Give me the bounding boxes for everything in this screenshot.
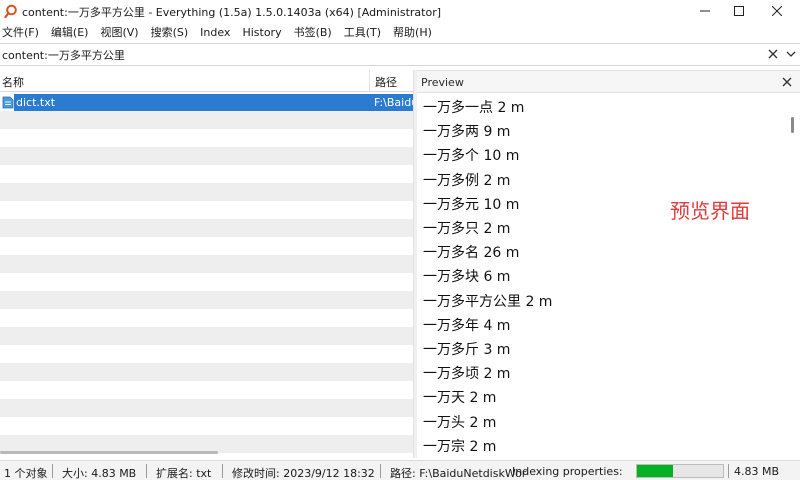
empty-row <box>0 237 413 255</box>
preview-line: 一万多一点 2 m <box>423 100 525 116</box>
indexing-progress-fill <box>637 465 674 477</box>
empty-row <box>0 381 413 399</box>
status-separator <box>380 464 381 478</box>
preview-header: Preview <box>417 71 800 93</box>
menu-edit[interactable]: 编辑(E) <box>51 24 95 40</box>
empty-row <box>0 345 413 363</box>
text-file-icon <box>2 96 14 109</box>
empty-row <box>0 363 413 381</box>
horizontal-scroll-thumb[interactable] <box>0 451 218 454</box>
status-bar: 1 个对象 大小: 4.83 MB 扩展名: txt 修改时间: 2023/9/… <box>0 460 800 480</box>
indexing-progress-bar <box>636 464 724 478</box>
preview-title: Preview <box>421 76 464 89</box>
status-extension: 扩展名: txt <box>156 467 212 480</box>
preview-line: 一万多斤 3 m <box>423 342 511 358</box>
preview-line: 一万多名 26 m <box>423 245 520 262</box>
empty-row <box>0 219 413 237</box>
empty-row <box>0 255 413 273</box>
empty-row <box>0 273 413 291</box>
status-indexing: Indexing properties: <box>512 465 623 478</box>
status-size: 大小: 4.83 MB <box>62 467 137 480</box>
preview-annotation: 预览界面 <box>670 199 750 223</box>
vertical-scroll-thumb[interactable] <box>791 117 794 133</box>
title-bar: content:一万多平方公里 - Everything (1.5a) 1.5.… <box>0 0 800 22</box>
preview-line: 一万多个 10 m <box>423 148 520 165</box>
empty-row <box>0 129 413 147</box>
menu-view[interactable]: 视图(V) <box>100 24 144 40</box>
preview-line: 一万天 2 m <box>423 390 497 407</box>
empty-row <box>0 327 413 345</box>
file-path: F:\BaiduNetdiskWor <box>374 96 413 109</box>
column-name-header[interactable]: 名称 <box>0 70 370 92</box>
search-bar <box>0 43 800 66</box>
status-path: 路径: F:\BaiduNetdiskWor <box>390 467 527 480</box>
minimize-icon <box>700 10 710 12</box>
preview-content[interactable]: 一万多一点 2 m 一万多两 9 m 一万多个 10 m 一万多例 2 m 一万多元 1… <box>417 94 787 456</box>
empty-row <box>0 399 413 417</box>
minimize-button[interactable] <box>688 0 722 22</box>
close-window-button[interactable] <box>760 0 794 22</box>
result-rows: dict.txt F:\BaiduNetdiskWor <box>0 93 413 453</box>
maximize-icon <box>734 6 744 16</box>
column-path-header[interactable]: 路径 <box>371 70 413 92</box>
empty-row <box>0 183 413 201</box>
preview-line: 一万头 2 m <box>423 414 497 431</box>
status-total-size: 4.83 MB <box>734 465 780 478</box>
preview-line: 一万多例 2 m <box>423 172 511 189</box>
file-name: dict.txt <box>16 96 56 109</box>
everything-logo-icon <box>4 4 17 18</box>
preview-line: 一万多年 4 m <box>423 317 511 334</box>
empty-row <box>0 417 413 435</box>
menu-search[interactable]: 搜索(S) <box>151 24 195 40</box>
close-preview-icon[interactable] <box>781 76 793 88</box>
empty-row <box>0 291 413 309</box>
clear-search-icon[interactable] <box>766 47 780 61</box>
menu-tools[interactable]: 工具(T) <box>344 24 387 40</box>
status-separator <box>222 464 223 478</box>
table-row[interactable]: dict.txt F:\BaiduNetdiskWor <box>0 93 413 111</box>
menu-help[interactable]: 帮助(H) <box>393 24 438 40</box>
empty-row <box>0 111 413 129</box>
preview-line: 一万宗 2 m <box>423 438 497 455</box>
chevron-down-icon[interactable] <box>786 49 796 59</box>
menu-file[interactable]: 文件(F) <box>2 24 45 40</box>
menu-bookmarks[interactable]: 书签(B) <box>294 24 338 40</box>
empty-row <box>0 201 413 219</box>
window-title: content:一万多平方公里 - Everything (1.5a) 1.5.… <box>22 6 442 19</box>
selection-highlight <box>14 94 413 111</box>
preview-line: 一万多元 10 m <box>423 196 520 213</box>
preview-pane: Preview 一万多一点 2 m 一万多两 9 m 一万多个 10 m 一万多例 2… <box>417 70 800 458</box>
preview-line: 一万多块 6 m <box>423 269 511 286</box>
status-separator <box>146 464 147 478</box>
search-input[interactable] <box>0 44 760 65</box>
maximize-button[interactable] <box>722 0 756 22</box>
preview-line: 一万多顷 2 m <box>423 366 511 383</box>
status-separator <box>52 464 53 478</box>
empty-row <box>0 309 413 327</box>
empty-row <box>0 147 413 165</box>
close-icon <box>772 6 782 16</box>
menu-bar: 文件(F) 编辑(E) 视图(V) 搜索(S) Index History 书签… <box>0 22 800 42</box>
preview-line: 一万多平方公里 2 m <box>423 293 553 310</box>
column-header: 名称 路径 <box>0 70 413 92</box>
status-modified: 修改时间: 2023/9/12 18:32 <box>232 467 375 480</box>
menu-history[interactable]: History <box>242 26 287 39</box>
results-list: 名称 路径 dict.txt F:\BaiduNetdiskWor <box>0 70 413 458</box>
empty-row <box>0 165 413 183</box>
preview-line: 一万多只 2 m <box>423 221 511 237</box>
menu-index[interactable]: Index <box>200 26 236 39</box>
status-separator <box>728 464 729 478</box>
status-object-count: 1 个对象 <box>4 467 48 480</box>
preview-line: 一万多两 9 m <box>423 124 511 141</box>
